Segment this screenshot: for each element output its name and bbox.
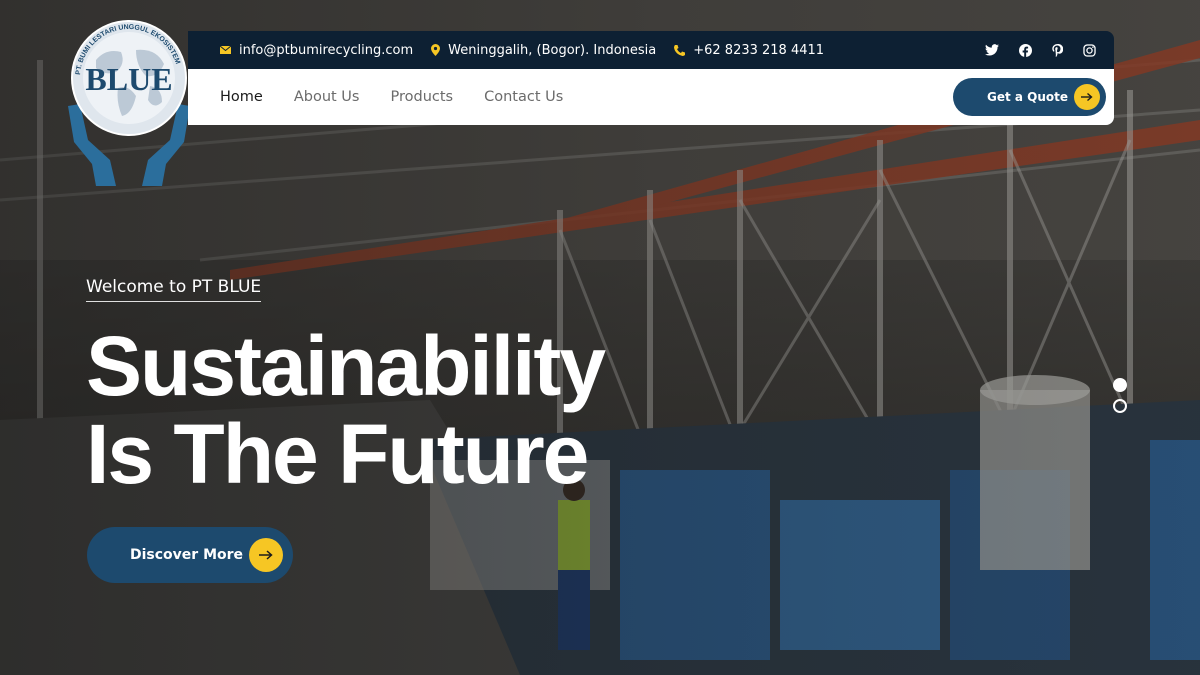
twitter-icon[interactable] xyxy=(985,44,999,56)
slider-dot-1[interactable] xyxy=(1113,378,1127,392)
phone-text[interactable]: +62 8233 218 4411 xyxy=(693,43,824,58)
slider-pagination xyxy=(1113,378,1127,420)
nav-item-products[interactable]: Products xyxy=(390,89,453,105)
slider-dot-2[interactable] xyxy=(1113,399,1127,413)
arrow-right-icon xyxy=(249,538,283,572)
social-links xyxy=(965,43,1096,57)
hero-headline: Sustainability Is The Future xyxy=(86,319,606,501)
hero-headline-line-1: Sustainability xyxy=(86,319,606,413)
email-info[interactable]: info@ptbumirecycling.com xyxy=(220,43,413,58)
main-navigation: Home About Us Products Contact Us Get a … xyxy=(188,69,1114,125)
top-info-bar: info@ptbumirecycling.com Weninggalih, (B… xyxy=(188,31,1114,69)
map-pin-icon xyxy=(431,44,441,56)
address-text: Weninggalih, (Bogor). Indonesia xyxy=(448,42,657,58)
address-info: Weninggalih, (Bogor). Indonesia xyxy=(431,43,656,58)
discover-more-button[interactable]: Discover More xyxy=(87,527,293,583)
phone-info[interactable]: +62 8233 218 4411 xyxy=(674,43,824,58)
facebook-icon[interactable] xyxy=(1019,43,1032,57)
instagram-icon[interactable] xyxy=(1083,43,1096,57)
contact-info: info@ptbumirecycling.com Weninggalih, (B… xyxy=(220,43,842,58)
nav-item-contact-us[interactable]: Contact Us xyxy=(484,89,563,105)
phone-icon xyxy=(674,44,686,56)
company-logo[interactable]: BLUE PT. BUMI LESTARI UNGGUL EKOSISTEM xyxy=(66,20,192,188)
arrow-right-icon xyxy=(1074,84,1100,110)
get-a-quote-button[interactable]: Get a Quote xyxy=(953,78,1106,116)
discover-more-label: Discover More xyxy=(130,547,244,563)
hero-headline-line-2: Is The Future xyxy=(86,407,589,501)
pinterest-icon[interactable] xyxy=(1052,43,1063,57)
nav-item-home[interactable]: Home xyxy=(220,89,263,105)
logo-wordmark: BLUE xyxy=(85,61,172,97)
nav-item-about-us[interactable]: About Us xyxy=(294,89,360,105)
envelope-icon xyxy=(220,46,231,54)
email-text[interactable]: info@ptbumirecycling.com xyxy=(239,43,413,58)
nav-menu: Home About Us Products Contact Us xyxy=(220,89,594,105)
hero-eyebrow: Welcome to PT BLUE xyxy=(86,277,262,302)
get-a-quote-label: Get a Quote xyxy=(987,90,1069,104)
